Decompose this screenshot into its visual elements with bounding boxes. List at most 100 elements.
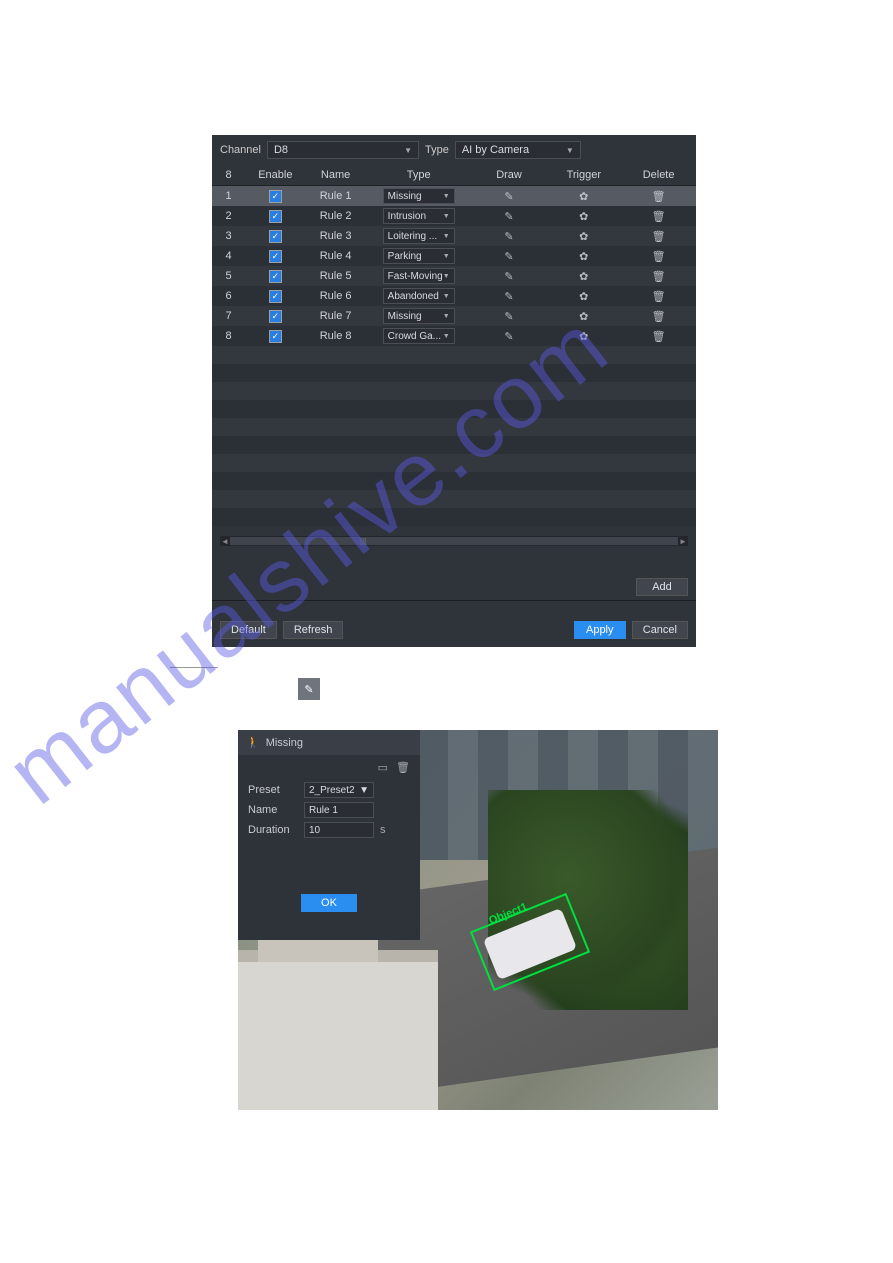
trash-icon[interactable]: 🗑 [652, 330, 666, 343]
caret-down-icon: ▼ [566, 146, 574, 155]
rule-type-select[interactable]: Fast-Moving▼ [383, 268, 455, 284]
channel-select[interactable]: D8 ▼ [267, 141, 419, 159]
rule-name: Rule 5 [305, 266, 365, 286]
rule-type-select[interactable]: Parking▼ [383, 248, 455, 264]
trash-icon[interactable]: 🗑 [652, 210, 666, 223]
pencil-icon[interactable]: ✎ [504, 270, 513, 283]
pencil-icon[interactable]: ✎ [504, 230, 513, 243]
enable-checkbox[interactable]: ✓ [269, 190, 282, 203]
caret-down-icon: ▼ [443, 333, 450, 340]
gear-icon[interactable]: ✿ [579, 230, 588, 243]
table-row[interactable]: 7 ✓ Rule 7 Missing▼ ✎ ✿ 🗑 [212, 306, 696, 326]
col-enable: Enable [245, 165, 305, 186]
caret-down-icon: ▼ [404, 146, 412, 155]
enable-checkbox[interactable]: ✓ [269, 250, 282, 263]
caret-down-icon: ▼ [443, 213, 450, 220]
trash-icon[interactable]: 🗑 [652, 190, 666, 203]
enable-checkbox[interactable]: ✓ [269, 230, 282, 243]
pencil-icon[interactable]: ✎ [504, 330, 513, 343]
rule-type-select[interactable]: Missing▼ [383, 308, 455, 324]
channel-value: D8 [274, 144, 288, 156]
rule-type-select[interactable]: Loitering ...▼ [383, 228, 455, 244]
ai-type-select[interactable]: AI by Camera ▼ [455, 141, 581, 159]
row-index: 5 [212, 266, 245, 286]
preset-label: Preset [248, 784, 304, 796]
overlay-title: Missing [266, 737, 303, 749]
horizontal-scrollbar[interactable]: ◄ ||| ► [220, 536, 688, 546]
trash-icon[interactable]: 🗑 [652, 250, 666, 263]
type-label: Type [425, 144, 449, 156]
pencil-icon[interactable]: ✎ [504, 190, 513, 203]
trash-icon[interactable]: 🗑 [396, 761, 410, 774]
col-delete: Delete [621, 165, 696, 186]
ai-type-value: AI by Camera [462, 144, 529, 156]
rule-type-select[interactable]: Missing▼ [383, 188, 455, 204]
pencil-icon[interactable]: ✎ [504, 210, 513, 223]
name-input[interactable]: Rule 1 [304, 802, 374, 818]
col-name: Name [305, 165, 365, 186]
table-row[interactable]: 5 ✓ Rule 5 Fast-Moving▼ ✎ ✿ 🗑 [212, 266, 696, 286]
apply-button[interactable]: Apply [574, 621, 626, 639]
trash-icon[interactable]: 🗑 [652, 230, 666, 243]
enable-checkbox[interactable]: ✓ [269, 210, 282, 223]
row-index: 2 [212, 206, 245, 226]
enable-checkbox[interactable]: ✓ [269, 310, 282, 323]
enable-checkbox[interactable]: ✓ [269, 270, 282, 283]
refresh-button[interactable]: Refresh [283, 621, 344, 639]
gear-icon[interactable]: ✿ [579, 190, 588, 203]
caret-down-icon: ▼ [443, 253, 450, 260]
gear-icon[interactable]: ✿ [579, 270, 588, 283]
rule-name: Rule 7 [305, 306, 365, 326]
gear-icon[interactable]: ✿ [579, 310, 588, 323]
channel-label: Channel [220, 144, 261, 156]
cancel-button[interactable]: Cancel [632, 621, 688, 639]
person-icon: 🚶 [246, 736, 260, 749]
scroll-left-icon[interactable]: ◄ [220, 537, 230, 546]
table-row[interactable]: 4 ✓ Rule 4 Parking▼ ✎ ✿ 🗑 [212, 246, 696, 266]
duration-label: Duration [248, 824, 304, 836]
caret-down-icon: ▼ [359, 785, 369, 796]
rule-type-select[interactable]: Crowd Ga...▼ [383, 328, 455, 344]
preset-select[interactable]: 2_Preset2 ▼ [304, 782, 374, 798]
pencil-icon: ✎ [298, 678, 320, 700]
gear-icon[interactable]: ✿ [579, 210, 588, 223]
rules-config-panel: Channel D8 ▼ Type AI by Camera ▼ 8 Enabl… [212, 135, 696, 647]
rule-name: Rule 8 [305, 326, 365, 346]
missing-rule-overlay: 🚶 Missing ▭ 🗑 Preset 2_Preset2 ▼ [238, 730, 420, 940]
table-row[interactable]: 8 ✓ Rule 8 Crowd Ga...▼ ✎ ✿ 🗑 [212, 326, 696, 346]
gear-icon[interactable]: ✿ [579, 250, 588, 263]
table-header-row: 8 Enable Name Type Draw Trigger Delete [212, 165, 696, 186]
add-button[interactable]: Add [636, 578, 688, 596]
draw-rect-icon[interactable]: ▭ [378, 761, 388, 774]
row-index: 4 [212, 246, 245, 266]
gear-icon[interactable]: ✿ [579, 290, 588, 303]
gear-icon[interactable]: ✿ [579, 330, 588, 343]
rule-name: Rule 1 [305, 186, 365, 207]
table-row[interactable]: 1 ✓ Rule 1 Missing▼ ✎ ✿ 🗑 [212, 186, 696, 207]
pencil-icon[interactable]: ✎ [504, 310, 513, 323]
table-row[interactable]: 6 ✓ Rule 6 Abandoned▼ ✎ ✿ 🗑 [212, 286, 696, 306]
pencil-icon[interactable]: ✎ [504, 290, 513, 303]
trash-icon[interactable]: 🗑 [652, 310, 666, 323]
rule-name: Rule 3 [305, 226, 365, 246]
ok-button[interactable]: OK [301, 894, 357, 912]
duration-input[interactable]: 10 [304, 822, 374, 838]
enable-checkbox[interactable]: ✓ [269, 290, 282, 303]
row-index: 8 [212, 326, 245, 346]
rule-type-select[interactable]: Abandoned▼ [383, 288, 455, 304]
row-index: 6 [212, 286, 245, 306]
table-row[interactable]: 3 ✓ Rule 3 Loitering ...▼ ✎ ✿ 🗑 [212, 226, 696, 246]
empty-rows-area [212, 346, 696, 536]
rule-type-select[interactable]: Intrusion▼ [383, 208, 455, 224]
row-index: 1 [212, 186, 245, 207]
rule-name: Rule 2 [305, 206, 365, 226]
table-row[interactable]: 2 ✓ Rule 2 Intrusion▼ ✎ ✿ 🗑 [212, 206, 696, 226]
pencil-icon[interactable]: ✎ [504, 250, 513, 263]
trash-icon[interactable]: 🗑 [652, 290, 666, 303]
trash-icon[interactable]: 🗑 [652, 270, 666, 283]
default-button[interactable]: Default [220, 621, 277, 639]
enable-checkbox[interactable]: ✓ [269, 330, 282, 343]
col-trigger: Trigger [546, 165, 621, 186]
scroll-right-icon[interactable]: ► [678, 537, 688, 546]
col-draw: Draw [472, 165, 547, 186]
